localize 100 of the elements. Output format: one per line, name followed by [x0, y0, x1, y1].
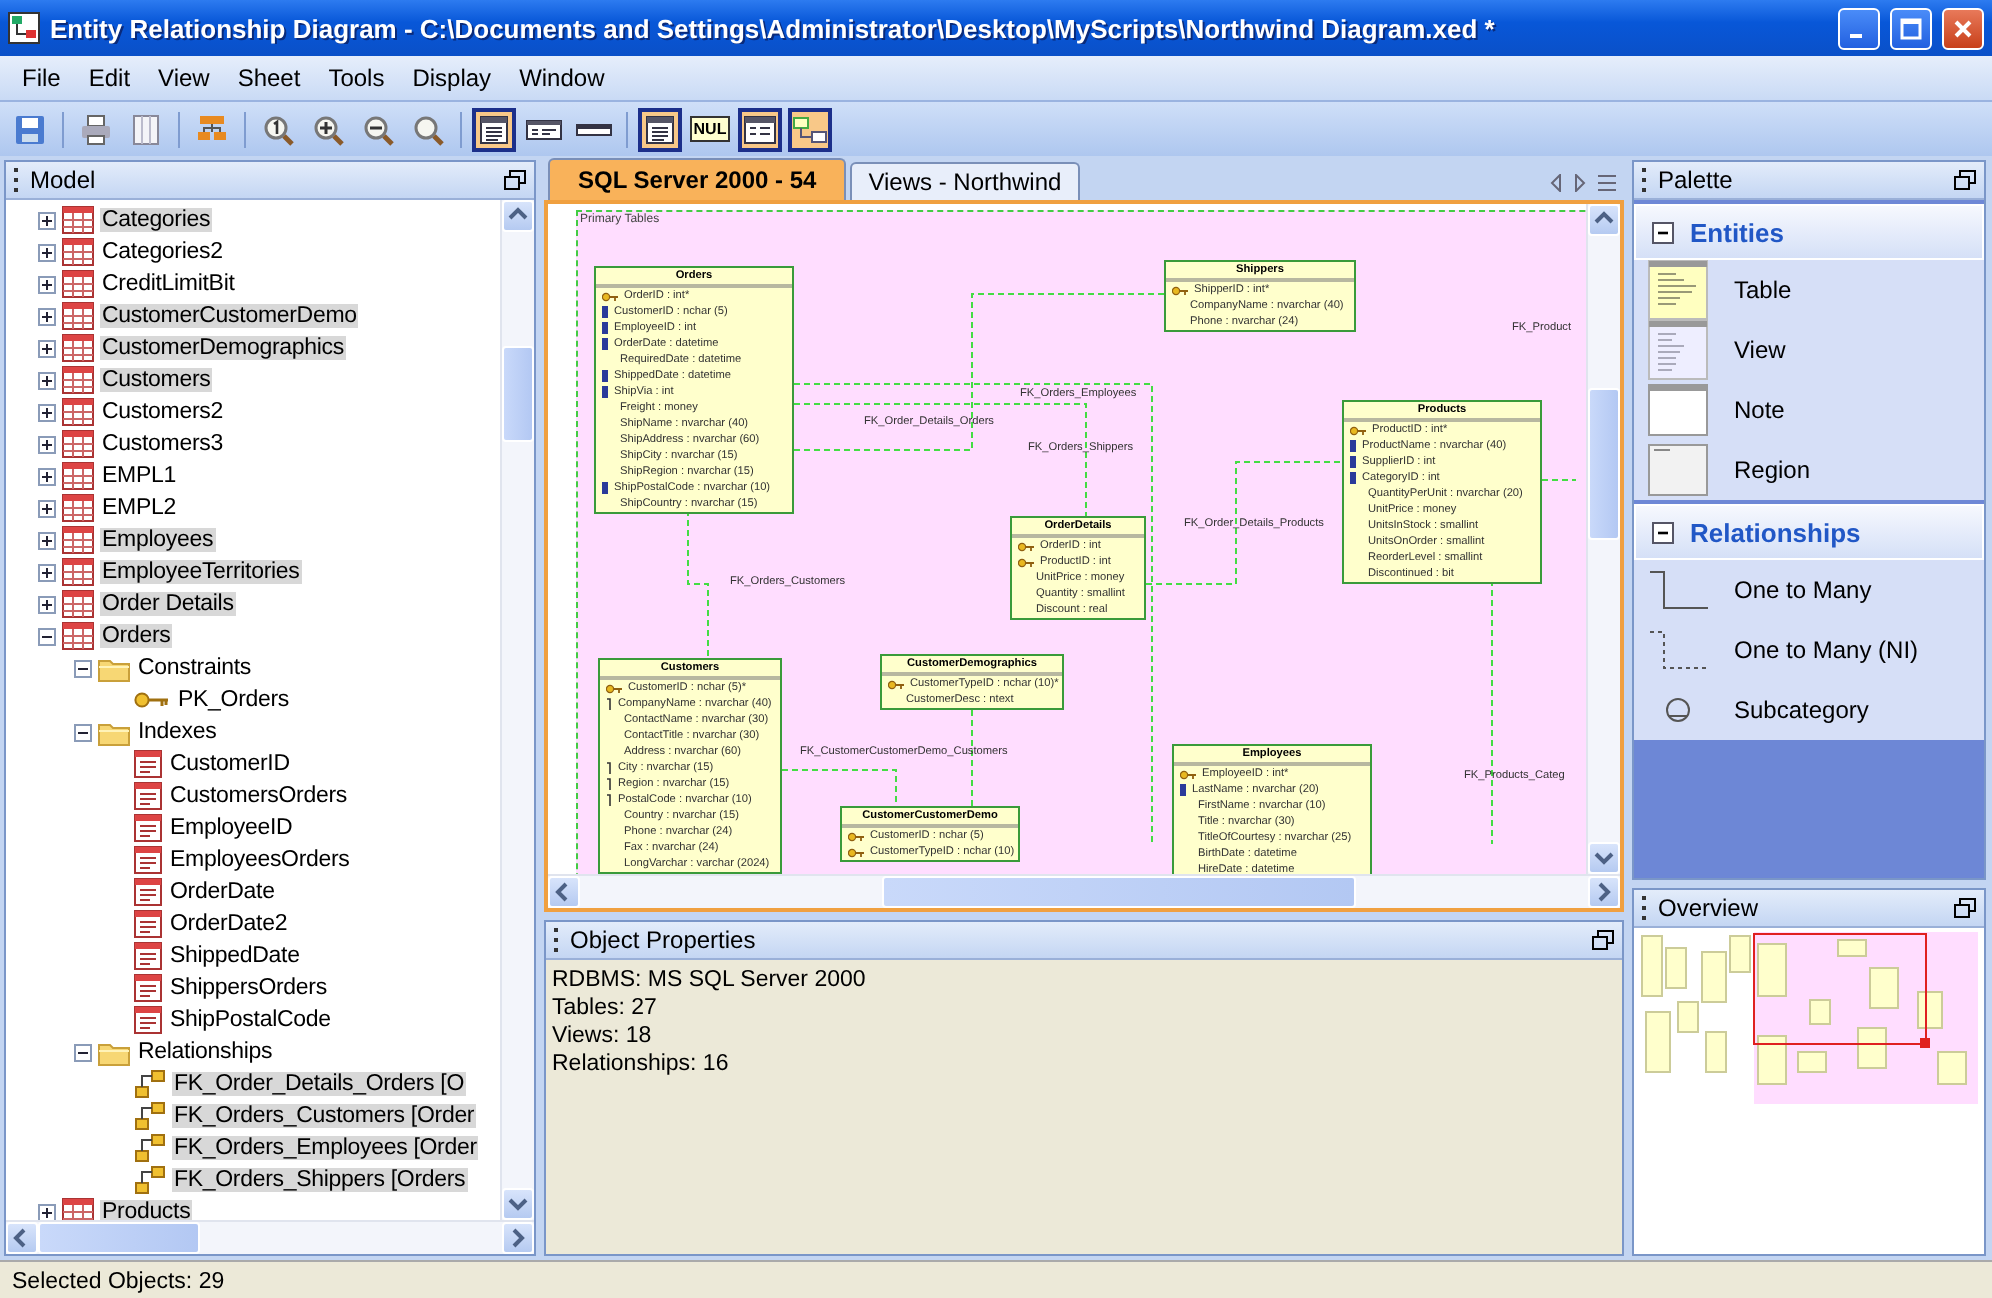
- tree-item[interactable]: EMPL1: [100, 464, 178, 488]
- tree-item[interactable]: Customers: [100, 368, 213, 392]
- next-tab-icon[interactable]: [1574, 174, 1586, 192]
- expander-toggle[interactable]: [38, 531, 56, 549]
- grip-icon[interactable]: [14, 168, 20, 192]
- expander-toggle[interactable]: [38, 243, 56, 261]
- scrollbar-thumb[interactable]: [502, 346, 534, 443]
- tree-item[interactable]: Indexes: [136, 720, 219, 744]
- tree-item[interactable]: FK_Orders_Customers [Order: [172, 1104, 477, 1128]
- sheet-tab[interactable]: Views - Northwind: [850, 162, 1080, 200]
- scroll-right-button[interactable]: [502, 1222, 534, 1254]
- expander-toggle[interactable]: [38, 563, 56, 581]
- expander-toggle[interactable]: [38, 627, 56, 645]
- tree-item[interactable]: FK_Orders_Shippers [Orders: [172, 1168, 468, 1192]
- toolbar-button[interactable]: [788, 107, 832, 151]
- toolbar-button[interactable]: [738, 107, 782, 151]
- tree-item[interactable]: ShipPostalCode: [168, 1008, 333, 1032]
- expander-toggle[interactable]: [38, 435, 56, 453]
- tree-item[interactable]: OrderDate: [168, 880, 277, 904]
- tree-item[interactable]: Employees: [100, 528, 216, 552]
- tree-item[interactable]: EMPL2: [100, 496, 178, 520]
- tree-item[interactable]: Categories2: [100, 240, 225, 264]
- expander-toggle[interactable]: [38, 499, 56, 517]
- expander-toggle[interactable]: [38, 307, 56, 325]
- tree-item[interactable]: EmployeeTerritories: [100, 560, 302, 584]
- collapse-toggle[interactable]: [1652, 521, 1674, 543]
- toolbar-button[interactable]: NUL: [688, 107, 732, 151]
- horizontal-scrollbar[interactable]: [548, 874, 1620, 908]
- menu-item[interactable]: Tools: [314, 60, 399, 96]
- tree-item[interactable]: EmployeesOrders: [168, 848, 352, 872]
- expander-toggle[interactable]: [74, 1043, 92, 1061]
- scroll-left-button[interactable]: [548, 876, 580, 908]
- tree-item[interactable]: ShippersOrders: [168, 976, 329, 1000]
- palette-item[interactable]: Region: [1734, 456, 1811, 484]
- tree-item[interactable]: Products: [100, 1200, 193, 1220]
- expander-toggle[interactable]: [38, 371, 56, 389]
- scroll-up-button[interactable]: [502, 200, 534, 232]
- sheet-tab[interactable]: SQL Server 2000 - 54: [548, 158, 847, 200]
- tree-item[interactable]: Customers2: [100, 400, 225, 424]
- palette-item[interactable]: Subcategory: [1734, 696, 1869, 724]
- tree-item[interactable]: Customers3: [100, 432, 225, 456]
- tree-item[interactable]: FK_Order_Details_Orders [O: [172, 1072, 467, 1096]
- tree-item[interactable]: CustomerID: [168, 752, 292, 776]
- scroll-down-button[interactable]: [502, 1188, 534, 1220]
- menu-item[interactable]: View: [144, 60, 224, 96]
- expander-toggle[interactable]: [38, 211, 56, 229]
- tree-item[interactable]: CustomersOrders: [168, 784, 349, 808]
- menu-item[interactable]: Display: [398, 60, 506, 96]
- tree-item[interactable]: Categories: [100, 208, 213, 232]
- tree-item[interactable]: Order Details: [100, 592, 236, 616]
- tree-item[interactable]: ShippedDate: [168, 944, 302, 968]
- tree-item[interactable]: CustomerCustomerDemo: [100, 304, 359, 328]
- tree-item[interactable]: Constraints: [136, 656, 254, 680]
- tree-item[interactable]: FK_Orders_Employees [Order: [172, 1136, 479, 1160]
- palette-item[interactable]: View: [1734, 336, 1786, 364]
- maximize-button[interactable]: [1890, 7, 1932, 49]
- scroll-left-button[interactable]: [6, 1222, 38, 1254]
- restore-icon[interactable]: [504, 170, 526, 190]
- palette-item[interactable]: Table: [1734, 276, 1792, 304]
- scroll-up-button[interactable]: [1588, 204, 1620, 236]
- close-button[interactable]: [1942, 7, 1984, 49]
- tree-item[interactable]: EmployeeID: [168, 816, 295, 840]
- scroll-right-button[interactable]: [1588, 876, 1620, 908]
- restore-icon[interactable]: [1954, 170, 1976, 190]
- expander-toggle[interactable]: [38, 595, 56, 613]
- minimize-button[interactable]: [1838, 7, 1880, 49]
- tree-item[interactable]: Relationships: [136, 1040, 275, 1064]
- restore-icon[interactable]: [1592, 930, 1614, 950]
- menu-item[interactable]: File: [8, 60, 75, 96]
- tree-item[interactable]: CustomerDemographics: [100, 336, 346, 360]
- tree-item[interactable]: OrderDate2: [168, 912, 290, 936]
- menu-item[interactable]: Sheet: [223, 60, 315, 96]
- tree-item[interactable]: PK_Orders: [176, 688, 292, 712]
- menu-item[interactable]: Window: [505, 60, 619, 96]
- expander-toggle[interactable]: [38, 467, 56, 485]
- scrollbar-thumb[interactable]: [1588, 387, 1620, 539]
- expander-toggle[interactable]: [38, 275, 56, 293]
- entity-box[interactable]: [594, 266, 794, 514]
- scrollbar-thumb[interactable]: [882, 876, 1357, 908]
- tree-item[interactable]: CreditLimitBit: [100, 272, 237, 296]
- palette-item[interactable]: One to Many (NI): [1734, 636, 1919, 664]
- grip-icon[interactable]: [1642, 168, 1648, 192]
- expander-toggle[interactable]: [38, 339, 56, 357]
- tab-list-icon[interactable]: [1598, 174, 1616, 192]
- horizontal-scrollbar[interactable]: [6, 1220, 534, 1254]
- expander-toggle[interactable]: [74, 659, 92, 677]
- scrollbar-thumb[interactable]: [38, 1222, 201, 1254]
- palette-item[interactable]: One to Many: [1734, 576, 1872, 604]
- palette-item[interactable]: Note: [1734, 396, 1785, 424]
- entity-box[interactable]: [598, 658, 782, 874]
- expander-toggle[interactable]: [74, 723, 92, 741]
- vertical-scrollbar[interactable]: [500, 200, 534, 1220]
- expander-toggle[interactable]: [38, 1203, 56, 1220]
- toolbar-button[interactable]: [472, 107, 516, 151]
- grip-icon[interactable]: [1642, 896, 1648, 920]
- menu-item[interactable]: Edit: [74, 60, 145, 96]
- restore-icon[interactable]: [1954, 898, 1976, 918]
- expander-toggle[interactable]: [38, 403, 56, 421]
- scroll-down-button[interactable]: [1588, 842, 1620, 874]
- previous-tab-icon[interactable]: [1550, 174, 1562, 192]
